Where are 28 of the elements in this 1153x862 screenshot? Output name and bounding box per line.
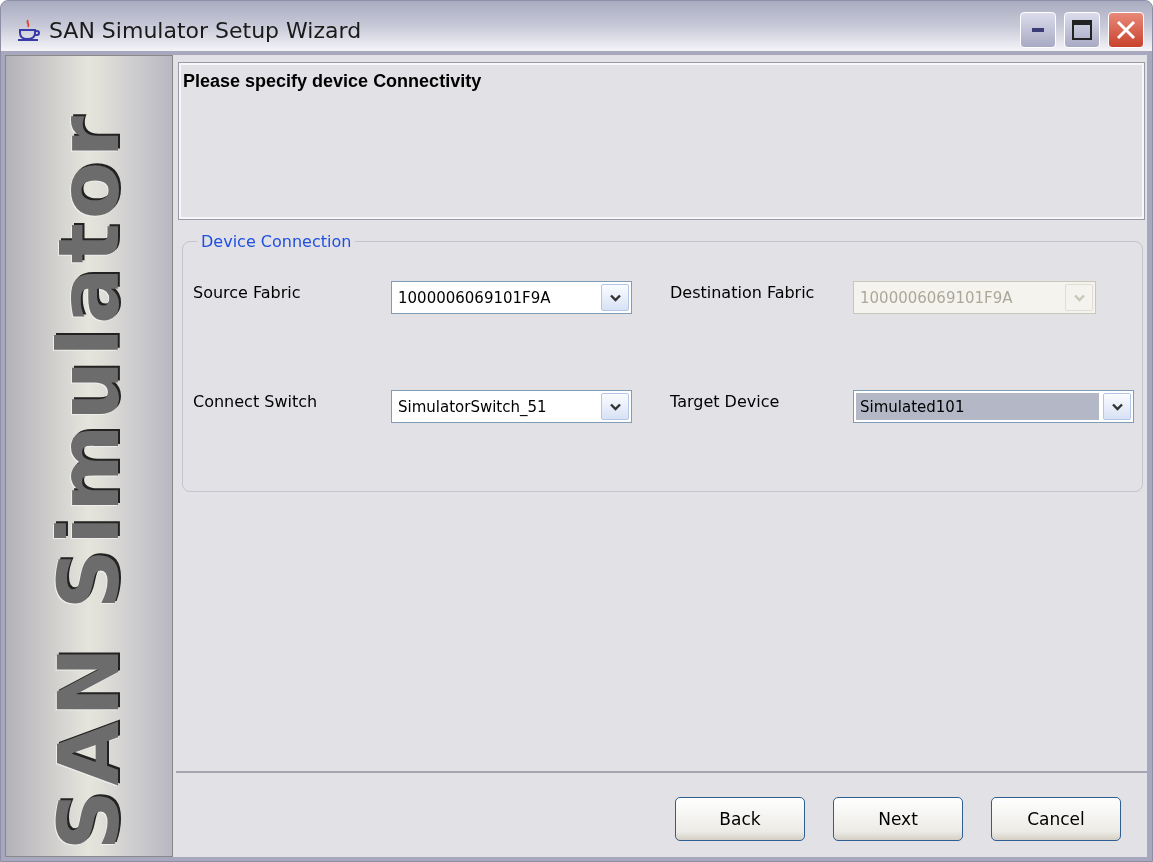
field-label: Connect Switch: [193, 391, 319, 411]
caret-down-icon: [609, 293, 621, 302]
close-button[interactable]: [1108, 12, 1144, 48]
field-label: Target Device: [670, 391, 781, 411]
minimize-button[interactable]: [1020, 12, 1056, 48]
window-title: SAN Simulator Setup Wizard: [49, 17, 363, 43]
close-icon: [1115, 19, 1137, 41]
caret-down-icon: [1111, 402, 1123, 411]
dropdown-button[interactable]: [601, 393, 629, 420]
maximize-icon: [1072, 20, 1092, 40]
dropdown-field[interactable]: Simulated101: [853, 390, 1134, 423]
sidebar-logo: SAN Simulator: [47, 111, 131, 850]
dropdown-button[interactable]: [1103, 393, 1131, 420]
dropdown-button[interactable]: [601, 284, 629, 311]
dropdown-field[interactable]: 1000006069101F9A: [391, 281, 632, 314]
page-heading: Please specify device Connectivity: [183, 71, 483, 92]
minimize-icon: [1032, 28, 1044, 32]
dropdown-field[interactable]: SimulatorSwitch_51: [391, 390, 632, 423]
wizard-button[interactable]: Cancel: [991, 797, 1121, 841]
caret-down-icon: [609, 402, 621, 411]
group-title: Device Connection: [200, 232, 353, 251]
wizard-button[interactable]: Next: [833, 797, 963, 841]
coffee-cup-icon: [17, 18, 41, 42]
field-label: Destination Fabric: [670, 282, 816, 302]
maximize-button[interactable]: [1064, 12, 1100, 48]
wizard-button[interactable]: Back: [675, 797, 805, 841]
caret-down-icon: [1073, 293, 1085, 302]
field-label: Source Fabric: [193, 282, 302, 302]
